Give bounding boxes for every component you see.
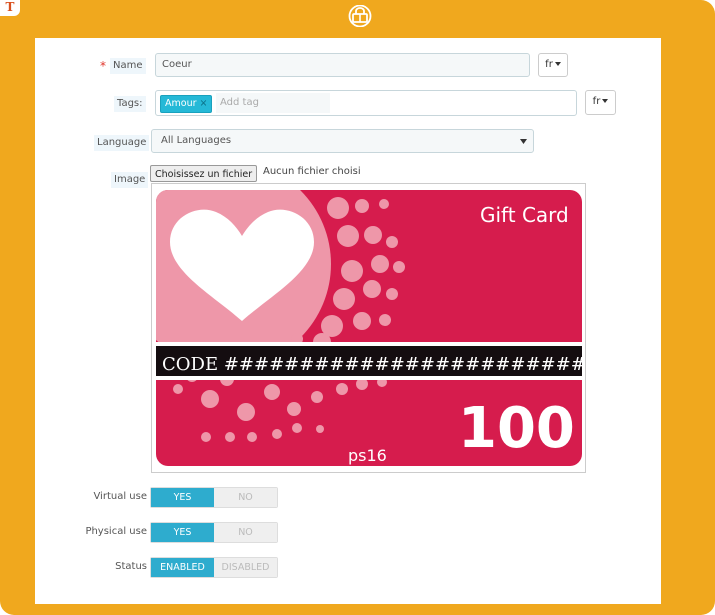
tags-field[interactable]: Amour × Add tag <box>155 90 577 116</box>
tags-language-dropdown[interactable]: fr <box>585 90 616 115</box>
status-enabled[interactable]: ENABLED <box>151 558 214 577</box>
physical-use-label: Physical use <box>85 526 147 537</box>
choose-file-button[interactable]: Choisissez un fichier <box>150 165 258 182</box>
virtual-use-yes[interactable]: YES <box>151 488 214 507</box>
card-theme: ps16 <box>348 446 387 465</box>
physical-use-no[interactable]: NO <box>214 523 277 542</box>
dropdown-arrow-icon <box>520 139 527 144</box>
language-select[interactable]: All Languages <box>151 129 534 153</box>
add-tag-input[interactable]: Add tag <box>216 93 330 113</box>
physical-use-yes[interactable]: YES <box>151 523 214 542</box>
tag-remove-icon[interactable]: × <box>200 98 208 109</box>
name-input[interactable]: Coeur <box>155 53 530 77</box>
lang-code: fr <box>592 96 601 107</box>
lang-code: fr <box>545 59 553 70</box>
required-mark: * <box>100 59 106 73</box>
virtual-use-switch[interactable]: YES NO <box>150 487 278 508</box>
card-code: CODE ######################### <box>162 354 585 375</box>
image-preview: Gift Card CODE #########################… <box>151 183 601 473</box>
tag-chip-label: Amour <box>165 98 197 109</box>
image-label: Image <box>111 172 149 188</box>
tags-label: Tags: <box>114 96 146 112</box>
caret-down-icon <box>554 62 561 66</box>
store-icon[interactable] <box>348 5 372 27</box>
caret-down-icon <box>602 99 609 103</box>
gift-card-image: Gift Card CODE #########################… <box>156 190 601 466</box>
card-amount: 100 <box>458 396 575 461</box>
app-logo-icon[interactable]: T <box>0 0 20 16</box>
tag-chip[interactable]: Amour × <box>160 95 213 113</box>
name-label: Name <box>110 58 146 74</box>
card-title: Gift Card <box>480 203 569 227</box>
physical-use-switch[interactable]: YES NO <box>150 522 278 543</box>
virtual-use-no[interactable]: NO <box>214 488 277 507</box>
language-label: Language <box>94 135 150 151</box>
language-select-value: All Languages <box>161 135 232 146</box>
status-switch[interactable]: ENABLED DISABLED <box>150 557 278 578</box>
file-status: Aucun fichier choisi <box>263 166 361 177</box>
name-language-dropdown[interactable]: fr <box>538 53 568 77</box>
status-label: Status <box>115 561 147 572</box>
virtual-use-label: Virtual use <box>93 491 147 502</box>
status-disabled[interactable]: DISABLED <box>214 558 277 577</box>
